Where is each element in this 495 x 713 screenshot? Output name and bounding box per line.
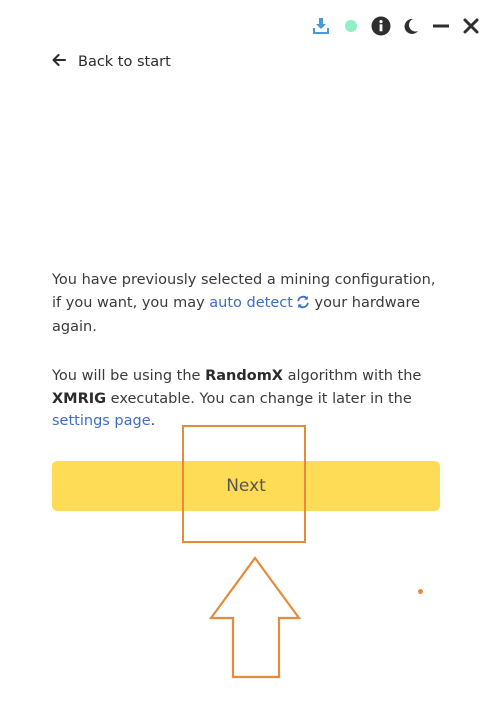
algorithm-message: You will be using the RandomX algorithm … — [52, 365, 442, 433]
download-icon[interactable] — [311, 16, 331, 36]
back-label: Back to start — [78, 54, 171, 70]
arrow-left-icon — [52, 54, 66, 70]
back-to-start-link[interactable]: Back to start — [52, 54, 171, 70]
settings-page-link[interactable]: settings page — [52, 413, 151, 429]
minimize-icon[interactable] — [431, 16, 451, 36]
executable-name: XMRIG — [52, 390, 107, 407]
algorithm-text-1: You will be using the — [52, 368, 206, 384]
previous-config-message: You have previously selected a mining co… — [52, 269, 442, 339]
close-icon[interactable] — [461, 16, 481, 36]
status-dot-icon — [341, 16, 361, 36]
algorithm-text-4: . — [150, 413, 156, 429]
algorithm-text-3: executable. You can change it later in t… — [106, 390, 412, 407]
next-button[interactable]: Next — [52, 461, 440, 511]
info-icon[interactable] — [371, 16, 391, 36]
auto-detect-link[interactable]: auto detect — [209, 295, 310, 311]
algorithm-text-2: algorithm with the — [282, 368, 422, 384]
moon-icon[interactable] — [401, 16, 421, 36]
annotation-up-arrow-icon — [208, 556, 302, 679]
auto-detect-label: auto detect — [209, 294, 293, 311]
window-controls — [311, 15, 481, 37]
algorithm-name: RandomX — [205, 368, 283, 384]
refresh-icon — [296, 294, 310, 317]
onboarding-screen: Back to start You have previously select… — [0, 0, 495, 713]
annotation-dot — [418, 589, 423, 594]
